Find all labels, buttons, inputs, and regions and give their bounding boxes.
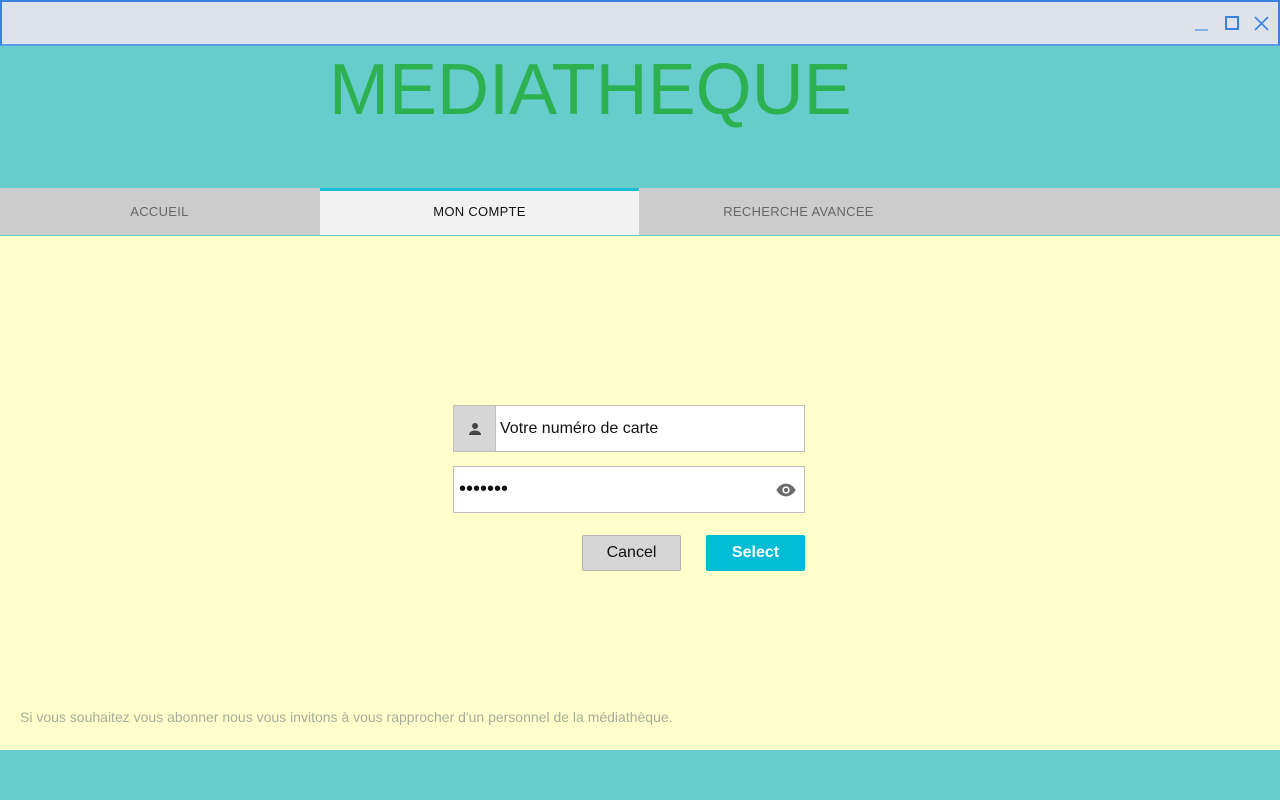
- app-title: MEDIATHEQUE: [329, 50, 852, 130]
- select-button[interactable]: Select: [706, 535, 805, 571]
- tab-accueil[interactable]: ACCUEIL: [0, 188, 319, 235]
- account-panel: ••••••• Cancel Select Si vous souhaitez …: [0, 236, 1280, 750]
- bottom-bar: [0, 750, 1280, 800]
- tab-mon-compte[interactable]: MON COMPTE: [320, 188, 639, 235]
- user-icon: [454, 406, 496, 451]
- tab-recherche-avancee[interactable]: RECHERCHE AVANCEE: [639, 188, 958, 235]
- card-number-field: [453, 405, 805, 452]
- password-field[interactable]: •••••••: [453, 466, 805, 513]
- maximize-icon[interactable]: [1219, 10, 1245, 36]
- minimize-icon[interactable]: [1189, 10, 1215, 36]
- card-number-input[interactable]: [500, 406, 800, 451]
- app-header: MEDIATHEQUE: [0, 46, 1280, 188]
- window-titlebar: [0, 0, 1280, 46]
- close-icon[interactable]: [1248, 10, 1274, 36]
- tab-bar: ACCUEIL MON COMPTE RECHERCHE AVANCEE: [0, 188, 1280, 235]
- eye-icon[interactable]: [775, 479, 799, 501]
- subscription-note: Si vous souhaitez vous abonner nous vous…: [20, 709, 673, 725]
- cancel-button[interactable]: Cancel: [582, 535, 681, 571]
- password-input[interactable]: •••••••: [459, 467, 508, 512]
